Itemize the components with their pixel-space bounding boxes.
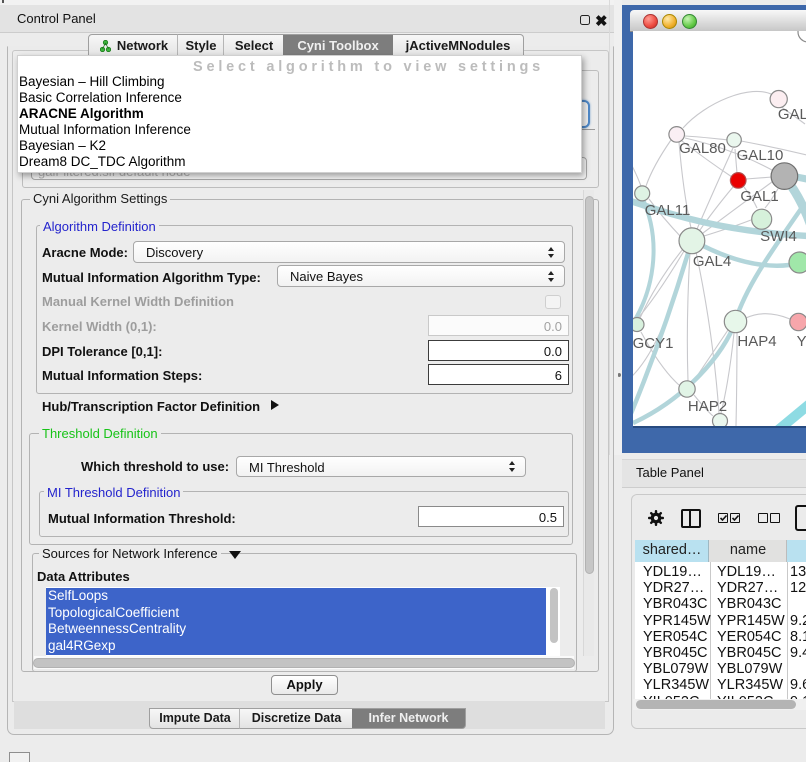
svg-text:GAL7: GAL7 <box>778 106 806 123</box>
svg-text:GAL80: GAL80 <box>679 140 726 157</box>
svg-text:HAP4: HAP4 <box>737 333 776 350</box>
svg-text:SWI4: SWI4 <box>760 228 797 245</box>
svg-text:HAP2: HAP2 <box>688 398 727 415</box>
svg-text:GAL11: GAL11 <box>645 202 691 219</box>
svg-text:YD: YD <box>797 333 806 350</box>
svg-text:GAL1: GAL1 <box>740 188 778 205</box>
svg-text:GAL10: GAL10 <box>737 147 784 164</box>
svg-text:GCY1: GCY1 <box>633 335 673 352</box>
svg-text:GAL4: GAL4 <box>693 253 731 270</box>
